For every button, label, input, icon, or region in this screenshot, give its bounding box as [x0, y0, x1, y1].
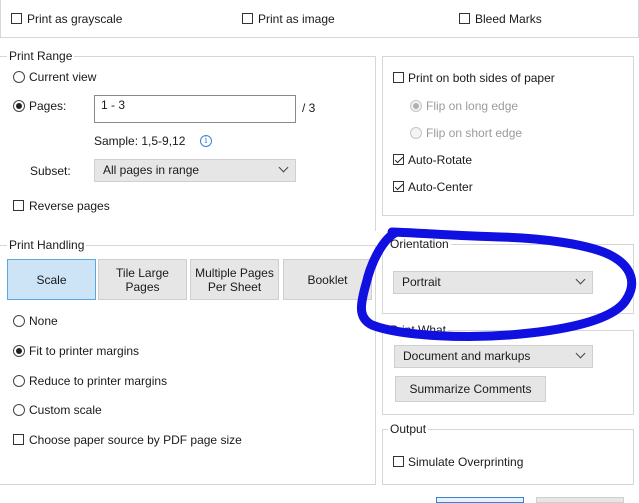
booklet-button[interactable]: Booklet: [283, 259, 372, 300]
print-range-title: Print Range: [7, 49, 75, 63]
print-handling-title: Print Handling: [7, 238, 87, 252]
scale-none-label: None: [29, 314, 58, 328]
print-button-edge[interactable]: [436, 497, 524, 503]
scale-none-radio[interactable]: [13, 315, 25, 327]
print-what-select[interactable]: Document and markups: [394, 345, 593, 368]
custom-scale-radio[interactable]: [13, 404, 25, 416]
both-sides-label: Print on both sides of paper: [408, 71, 555, 85]
reverse-pages-label: Reverse pages: [29, 199, 110, 213]
long-edge-radio[interactable]: [410, 100, 422, 112]
chevron-down-icon: [278, 162, 289, 173]
bleed-marks-checkbox[interactable]: [459, 13, 470, 24]
current-view-label: Current view: [29, 70, 97, 84]
sample-text: Sample: 1,5-9,12: [94, 134, 186, 148]
cancel-button-edge[interactable]: [536, 497, 624, 503]
as-image-checkbox[interactable]: [242, 13, 253, 24]
chevron-down-icon: [575, 348, 586, 359]
bleed-marks-label: Bleed Marks: [475, 12, 542, 26]
pages-total: / 3: [302, 101, 316, 115]
subset-value: All pages in range: [103, 163, 200, 177]
orientation-value: Portrait: [402, 275, 441, 289]
auto-rotate-label: Auto-Rotate: [408, 153, 473, 167]
output-title: Output: [388, 422, 429, 436]
info-icon[interactable]: i: [200, 135, 212, 147]
print-what-group: [382, 330, 634, 415]
tile-large-pages-button[interactable]: Tile Large Pages: [98, 259, 187, 300]
auto-center-label: Auto-Center: [408, 180, 473, 194]
summarize-comments-button[interactable]: Summarize Comments: [395, 376, 546, 402]
custom-scale-label: Custom scale: [29, 403, 102, 417]
grayscale-checkbox[interactable]: [11, 13, 22, 24]
reverse-pages-checkbox[interactable]: [13, 200, 24, 211]
long-edge-label: Flip on long edge: [426, 99, 519, 113]
print-what-value: Document and markups: [403, 349, 531, 363]
simulate-overprinting-label: Simulate Overprinting: [408, 455, 524, 469]
subset-label: Subset:: [30, 164, 71, 178]
auto-rotate-checkbox[interactable]: [393, 154, 404, 165]
print-what-title: Print What: [388, 323, 449, 337]
as-image-label: Print as image: [258, 12, 335, 26]
pages-radio[interactable]: [13, 100, 25, 112]
auto-center-checkbox[interactable]: [393, 181, 404, 192]
short-edge-label: Flip on short edge: [426, 126, 523, 140]
fit-margins-label: Fit to printer margins: [29, 344, 140, 358]
chevron-down-icon: [575, 274, 586, 285]
simulate-overprinting-checkbox[interactable]: [393, 456, 404, 467]
grayscale-label: Print as grayscale: [27, 12, 123, 26]
orientation-select[interactable]: Portrait: [393, 271, 593, 294]
pages-input[interactable]: 1 - 3: [94, 95, 296, 123]
reduce-margins-radio[interactable]: [13, 375, 25, 387]
both-sides-checkbox[interactable]: [393, 72, 404, 83]
short-edge-radio[interactable]: [410, 127, 422, 139]
multiple-pages-button[interactable]: Multiple Pages Per Sheet: [190, 259, 279, 300]
orientation-title: Orientation: [388, 237, 451, 251]
paper-source-label: Choose paper source by PDF page size: [29, 433, 242, 447]
scale-tab-button[interactable]: Scale: [7, 259, 96, 300]
paper-source-checkbox[interactable]: [13, 434, 24, 445]
current-view-radio[interactable]: [13, 71, 25, 83]
fit-margins-radio[interactable]: [13, 345, 25, 357]
pages-label: Pages:: [29, 99, 67, 113]
subset-select[interactable]: All pages in range: [94, 159, 296, 182]
reduce-margins-label: Reduce to printer margins: [29, 374, 168, 388]
